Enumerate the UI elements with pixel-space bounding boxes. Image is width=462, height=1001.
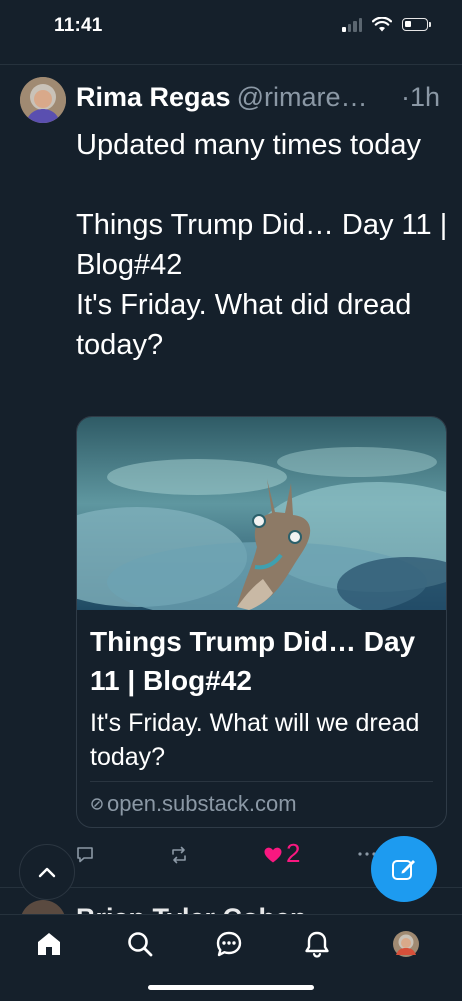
tweet-text-gap (76, 165, 448, 205)
reply-icon[interactable] (76, 846, 94, 864)
tab-notifications[interactable] (302, 929, 332, 959)
compose-icon (392, 860, 415, 880)
profile-avatar (393, 931, 419, 957)
link-card[interactable]: Things Trump Did… Day 11 | Blog#42 It's … (76, 416, 447, 828)
author-name[interactable]: Rima Regas (76, 82, 231, 112)
cellular-signal-icon (342, 17, 362, 32)
tab-search[interactable] (125, 929, 155, 959)
tab-home[interactable] (34, 929, 64, 959)
tweet-time: ·1h (401, 82, 441, 112)
messages-icon (216, 931, 242, 957)
battery-icon (402, 18, 431, 31)
card-domain: open.substack.com (90, 791, 297, 817)
chevron-up-icon (38, 867, 56, 878)
tab-messages[interactable] (214, 929, 244, 959)
status-bar: 11:41 (0, 0, 462, 56)
card-description: It's Friday. What will we dread today? (90, 709, 420, 771)
tweet-actions: 2 (76, 838, 376, 874)
card-image (77, 417, 446, 610)
tweet-text: Updated many times today Things Trump Di… (76, 125, 448, 365)
link-icon (91, 798, 103, 810)
status-icons (342, 17, 431, 32)
tweet-text-line: Updated many times today (76, 129, 421, 161)
like-count[interactable]: 2 (286, 838, 300, 869)
card-title: Things Trump Did… Day 11 | Blog#42 (90, 626, 416, 696)
compose-button[interactable] (371, 836, 437, 902)
scroll-top-button[interactable] (19, 844, 75, 900)
card-divider (90, 781, 433, 782)
divider (0, 64, 462, 65)
tweet-header[interactable]: Rima Regas @rimare… (76, 82, 368, 113)
home-icon (38, 933, 60, 955)
status-time: 11:41 (54, 15, 103, 36)
notifications-icon (305, 931, 329, 958)
retweet-icon[interactable] (170, 846, 188, 864)
tweet-text-line: Things Trump Did… Day 11 | Blog#42 (76, 209, 448, 281)
home-indicator (148, 985, 314, 990)
wifi-icon (372, 17, 392, 32)
author-handle[interactable]: @rimare… (237, 82, 368, 112)
tweet-text-line: It's Friday. What did dread today? (76, 289, 412, 361)
tab-profile[interactable] (391, 929, 421, 959)
card-domain-text: open.substack.com (107, 791, 297, 816)
search-icon (128, 932, 153, 957)
author-avatar[interactable] (20, 77, 66, 123)
heart-icon[interactable] (264, 847, 282, 863)
